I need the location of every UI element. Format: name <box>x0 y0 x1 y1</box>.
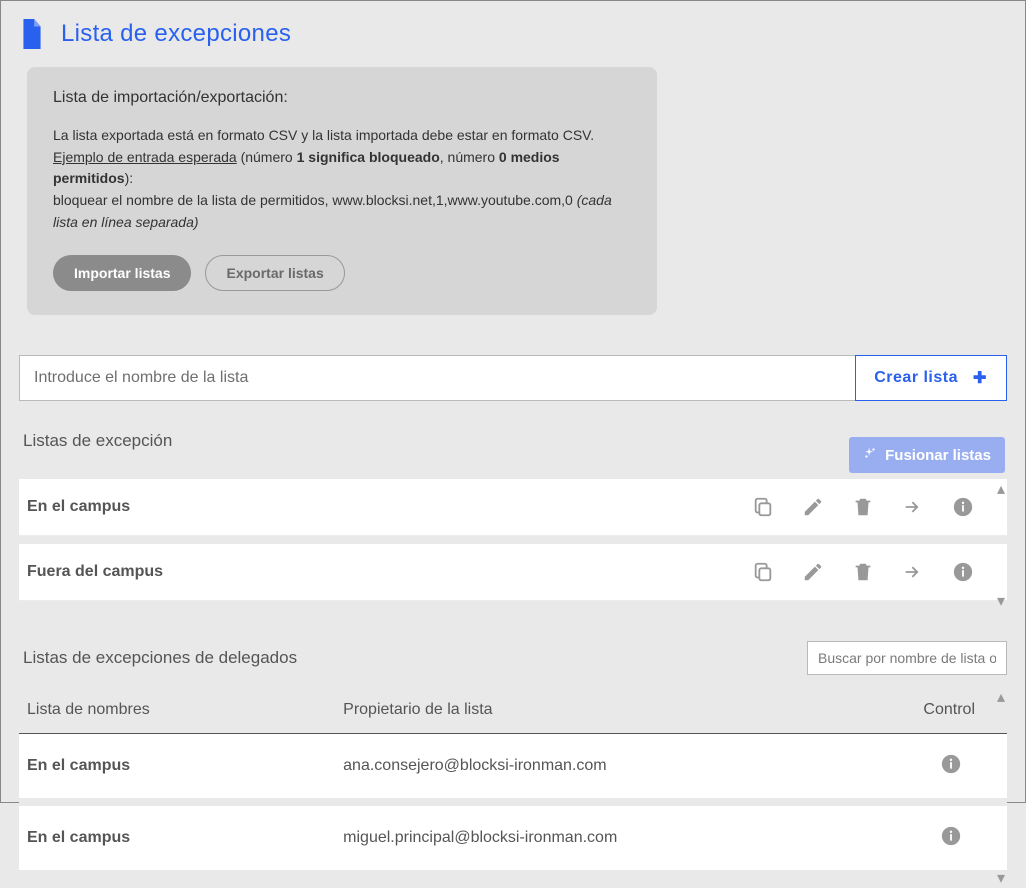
delegate-table: Lista de nombres Propietario de la lista… <box>19 687 1007 878</box>
arrow-right-icon[interactable] <box>901 495 925 519</box>
cell-control <box>888 802 1007 874</box>
cell-owner: miguel.principal@blocksi-ironman.com <box>335 802 888 874</box>
list-item-actions <box>751 560 975 584</box>
plus-icon: ✚ <box>972 370 988 386</box>
exception-lists-title: Listas de excepción <box>19 431 172 451</box>
info-icon[interactable] <box>939 824 963 848</box>
list-item-name: En el campus <box>27 498 130 516</box>
list-item-actions <box>751 495 975 519</box>
import-export-description: La lista exportada está en formato CSV y… <box>53 125 631 233</box>
arrow-right-icon[interactable] <box>901 560 925 584</box>
page-header: Lista de excepciones <box>19 19 1007 49</box>
import-export-heading: Lista de importación/exportación: <box>53 89 631 107</box>
merge-lists-label: Fusionar listas <box>885 447 991 464</box>
col-name: Lista de nombres <box>19 687 335 734</box>
edit-icon[interactable] <box>801 560 825 584</box>
list-name-input[interactable] <box>19 355 856 401</box>
exception-lists-container: ▴ En el campus Fuera del campus <box>19 479 1007 601</box>
edit-icon[interactable] <box>801 495 825 519</box>
cell-owner: ana.consejero@blocksi-ironman.com <box>335 734 888 803</box>
cell-name: En el campus <box>19 802 335 874</box>
delete-icon[interactable] <box>851 560 875 584</box>
list-item-name: Fuera del campus <box>27 563 163 581</box>
cell-name: En el campus <box>19 734 335 803</box>
info-icon[interactable] <box>951 495 975 519</box>
delegate-table-container: ▴ Lista de nombres Propietario de la lis… <box>19 687 1007 878</box>
delegate-lists-section: Listas de excepciones de delegados ▴ Lis… <box>19 641 1007 878</box>
export-lists-button[interactable]: Exportar listas <box>205 255 344 291</box>
cell-control <box>888 734 1007 803</box>
exception-lists-section: Listas de excepción Fusionar listas ▴ En… <box>19 431 1007 601</box>
document-icon <box>19 19 45 49</box>
delegate-lists-title: Listas de excepciones de delegados <box>19 648 297 668</box>
csv-sample-row: bloquear el nombre de la lista de permit… <box>53 190 631 233</box>
csv-format-note: La lista exportada está en formato CSV y… <box>53 125 631 147</box>
import-lists-button[interactable]: Importar listas <box>53 255 191 291</box>
list-item: En el campus <box>19 479 1007 536</box>
col-control: Control <box>888 687 1007 734</box>
duplicate-icon[interactable] <box>751 560 775 584</box>
import-export-panel: Lista de importación/exportación: La lis… <box>27 67 657 315</box>
list-item: Fuera del campus <box>19 544 1007 601</box>
table-row: En el campus miguel.principal@blocksi-ir… <box>19 802 1007 874</box>
col-owner: Propietario de la lista <box>335 687 888 734</box>
merge-icon <box>863 446 877 464</box>
duplicate-icon[interactable] <box>751 495 775 519</box>
table-row: En el campus ana.consejero@blocksi-ironm… <box>19 734 1007 803</box>
create-list-label: Crear lista <box>874 369 958 387</box>
info-icon[interactable] <box>951 560 975 584</box>
create-list-row: Crear lista ✚ <box>19 355 1007 401</box>
csv-example-line: Ejemplo de entrada esperada (número 1 si… <box>53 147 631 190</box>
table-header-row: Lista de nombres Propietario de la lista… <box>19 687 1007 734</box>
create-list-button[interactable]: Crear lista ✚ <box>855 355 1007 401</box>
delegate-search-input[interactable] <box>807 641 1007 675</box>
info-icon[interactable] <box>939 752 963 776</box>
delete-icon[interactable] <box>851 495 875 519</box>
example-input-link[interactable]: Ejemplo de entrada esperada <box>53 149 237 165</box>
page-title: Lista de excepciones <box>61 20 291 48</box>
merge-lists-button[interactable]: Fusionar listas <box>849 437 1005 473</box>
